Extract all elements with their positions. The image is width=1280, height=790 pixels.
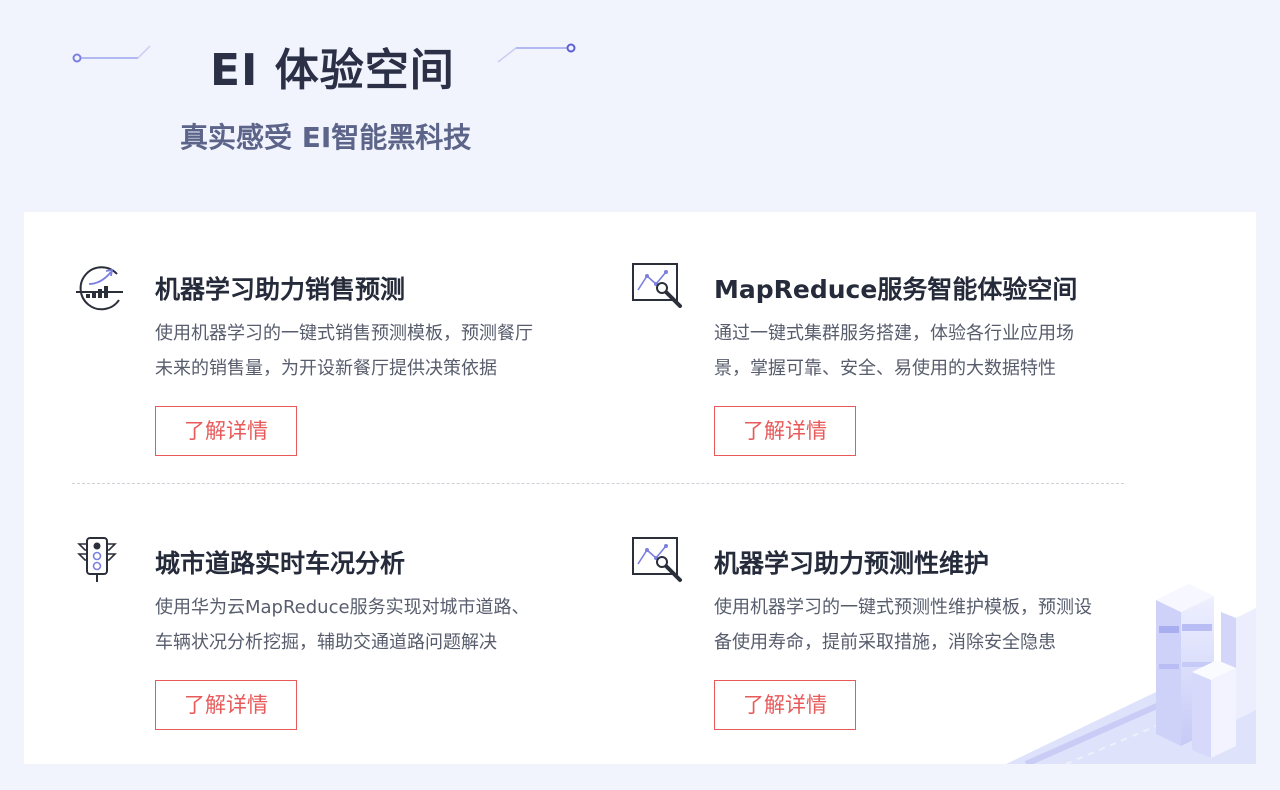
divider bbox=[72, 483, 1124, 484]
item-title: 城市道路实时车况分析 bbox=[155, 549, 406, 578]
experience-item-sales-forecast: 机器学习助力销售预测 使用机器学习的一键式销售预测模板，预测餐厅 未来的销售量，… bbox=[73, 262, 543, 462]
decorative-line-right bbox=[497, 43, 576, 63]
experience-item-mapreduce: MapReduce服务智能体验空间 通过一键式集群服务搭建，体验各行业应用场 景… bbox=[632, 262, 1102, 462]
sales-chart-icon bbox=[76, 266, 123, 311]
item-description: 通过一键式集群服务搭建，体验各行业应用场 景，掌握可靠、安全、易使用的大数据特性 bbox=[714, 323, 1074, 379]
experience-item-traffic-analysis: 城市道路实时车况分析 使用华为云MapReduce服务实现对城市道路、 车辆状况… bbox=[73, 536, 543, 736]
learn-more-button[interactable]: 了解详情 bbox=[714, 680, 856, 730]
city-illustration bbox=[1006, 584, 1256, 764]
chart-wrench-icon bbox=[632, 537, 682, 582]
item-title: MapReduce服务智能体验空间 bbox=[714, 275, 1078, 304]
item-title: 机器学习助力销售预测 bbox=[155, 275, 406, 304]
item-description: 使用机器学习的一键式销售预测模板，预测餐厅 未来的销售量，为开设新餐厅提供决策依… bbox=[155, 323, 533, 379]
item-description: 使用华为云MapReduce服务实现对城市道路、 车辆状况分析挖掘，辅助交通道路… bbox=[155, 597, 530, 653]
page-subtitle: 真实感受 EI智能黑科技 bbox=[180, 121, 472, 154]
chart-wrench-icon bbox=[632, 263, 682, 308]
page-title: EI 体验空间 bbox=[210, 45, 455, 96]
traffic-light-icon bbox=[77, 537, 117, 582]
decorative-line-left bbox=[72, 45, 151, 63]
experience-card-panel: 机器学习助力销售预测 使用机器学习的一键式销售预测模板，预测餐厅 未来的销售量，… bbox=[24, 212, 1256, 764]
learn-more-button[interactable]: 了解详情 bbox=[714, 406, 856, 456]
learn-more-button[interactable]: 了解详情 bbox=[155, 406, 297, 456]
item-title: 机器学习助力预测性维护 bbox=[714, 549, 990, 578]
learn-more-button[interactable]: 了解详情 bbox=[155, 680, 297, 730]
header: EI 体验空间 真实感受 EI智能黑科技 bbox=[0, 0, 1280, 200]
